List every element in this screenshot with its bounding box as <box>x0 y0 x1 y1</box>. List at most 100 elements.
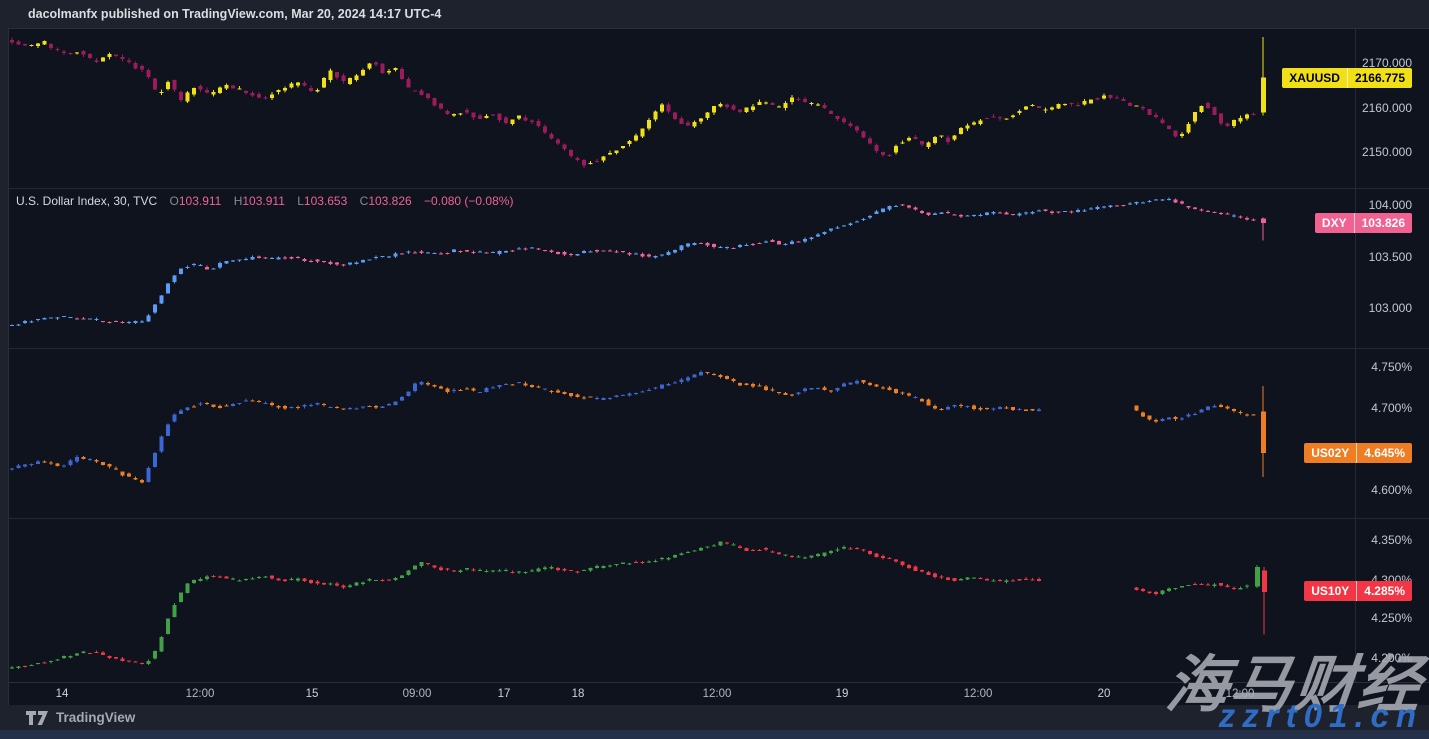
candle-body <box>257 401 261 402</box>
candle-body <box>329 407 333 408</box>
candlestick-canvas-us02y[interactable] <box>8 348 1355 518</box>
candle-body <box>608 153 612 154</box>
candle-body <box>797 393 801 395</box>
candle-body <box>1187 124 1191 133</box>
candle-body <box>576 572 580 573</box>
candle-body <box>290 579 294 580</box>
candle-body <box>589 251 593 252</box>
candle-body <box>101 321 105 322</box>
candle-body <box>953 136 957 140</box>
candle-body <box>459 571 463 572</box>
candle-body <box>933 137 937 143</box>
candle-body <box>998 213 1002 214</box>
candle-body <box>322 261 326 262</box>
candle-body <box>1245 115 1249 119</box>
candle-body <box>706 547 710 548</box>
candle-body <box>504 570 508 571</box>
candle-body <box>764 242 768 243</box>
candle-body <box>1239 216 1243 217</box>
candle-body <box>231 85 235 88</box>
candle-body <box>205 576 209 579</box>
candlestick-canvas-xauusd[interactable] <box>8 29 1355 188</box>
candle-body <box>420 382 424 385</box>
candle-body <box>537 249 541 250</box>
candle-body <box>439 567 443 570</box>
price-label-us10y: 4.350% <box>1371 533 1412 547</box>
candlestick-canvas-dxy[interactable] <box>8 188 1355 348</box>
candle-body <box>563 392 567 394</box>
price-label-us10y: 4.250% <box>1371 611 1412 625</box>
candle-body <box>1261 77 1266 112</box>
candle-body <box>888 387 892 390</box>
candle-body <box>1154 592 1158 594</box>
badge-label: US10Y <box>1304 581 1357 601</box>
tradingview-logo-icon[interactable] <box>26 710 49 726</box>
candle-body <box>1044 110 1048 111</box>
candle-body <box>771 551 775 552</box>
time-label: 15 <box>306 688 319 700</box>
candle-body <box>803 389 807 391</box>
candle-body <box>1037 409 1041 411</box>
candle-body <box>1154 115 1158 117</box>
candle-body <box>153 453 157 467</box>
candle-body <box>985 579 989 580</box>
candle-body <box>1018 111 1022 113</box>
time-label: 12:00 <box>964 688 993 700</box>
candle-body <box>888 155 892 156</box>
candle-body <box>914 567 918 571</box>
candle-body <box>1261 411 1266 453</box>
candle-body <box>829 551 833 553</box>
candle-body <box>225 261 229 264</box>
candle-body <box>875 211 879 214</box>
candle-body <box>894 560 898 562</box>
candle-body <box>316 90 320 91</box>
candle-body <box>732 544 736 545</box>
candle-body <box>907 393 911 395</box>
candle-body <box>543 250 547 251</box>
candle-body <box>88 653 92 654</box>
candle-body <box>218 263 222 267</box>
candle-body <box>784 103 788 108</box>
candle-body <box>621 563 625 564</box>
candle-body <box>459 113 463 114</box>
candle-body <box>940 212 944 214</box>
candle-body <box>218 406 222 408</box>
candle-body <box>686 243 690 246</box>
candlestick-canvas-us10y[interactable] <box>8 518 1355 682</box>
candle-body <box>998 117 1002 118</box>
candle-body <box>810 237 814 239</box>
candle-body <box>1193 112 1197 121</box>
candle-body <box>842 226 846 227</box>
price-label-dxy: 104.000 <box>1369 198 1412 212</box>
candle-body <box>680 380 684 383</box>
candle-body <box>966 216 970 217</box>
candle-body <box>719 247 723 248</box>
candle-body <box>959 215 963 216</box>
candle-body <box>576 394 580 397</box>
candle-body <box>706 243 710 245</box>
candle-body <box>108 54 112 57</box>
candle-body <box>855 381 859 383</box>
candle-body <box>446 569 450 570</box>
candle-body <box>732 106 736 110</box>
candle-body <box>1024 107 1028 110</box>
candle-body <box>244 91 248 93</box>
candle-body <box>933 213 937 214</box>
candle-body <box>1011 407 1015 410</box>
candle-body <box>446 388 450 391</box>
candle-body <box>1193 584 1197 585</box>
candle-body <box>160 637 164 651</box>
price-label-us02y: 4.750% <box>1371 360 1412 374</box>
badge-value: 4.645% <box>1357 443 1412 463</box>
candle-body <box>374 580 378 581</box>
candle-body <box>108 464 112 467</box>
candle-body <box>179 593 183 602</box>
candle-body <box>966 578 970 580</box>
candle-body <box>36 663 40 664</box>
brand-label[interactable]: TradingView <box>56 710 135 725</box>
candle-body <box>758 385 762 386</box>
candle-body <box>1005 407 1009 408</box>
candle-body <box>114 55 118 56</box>
candle-body <box>1213 406 1217 408</box>
candle-body <box>615 151 619 154</box>
